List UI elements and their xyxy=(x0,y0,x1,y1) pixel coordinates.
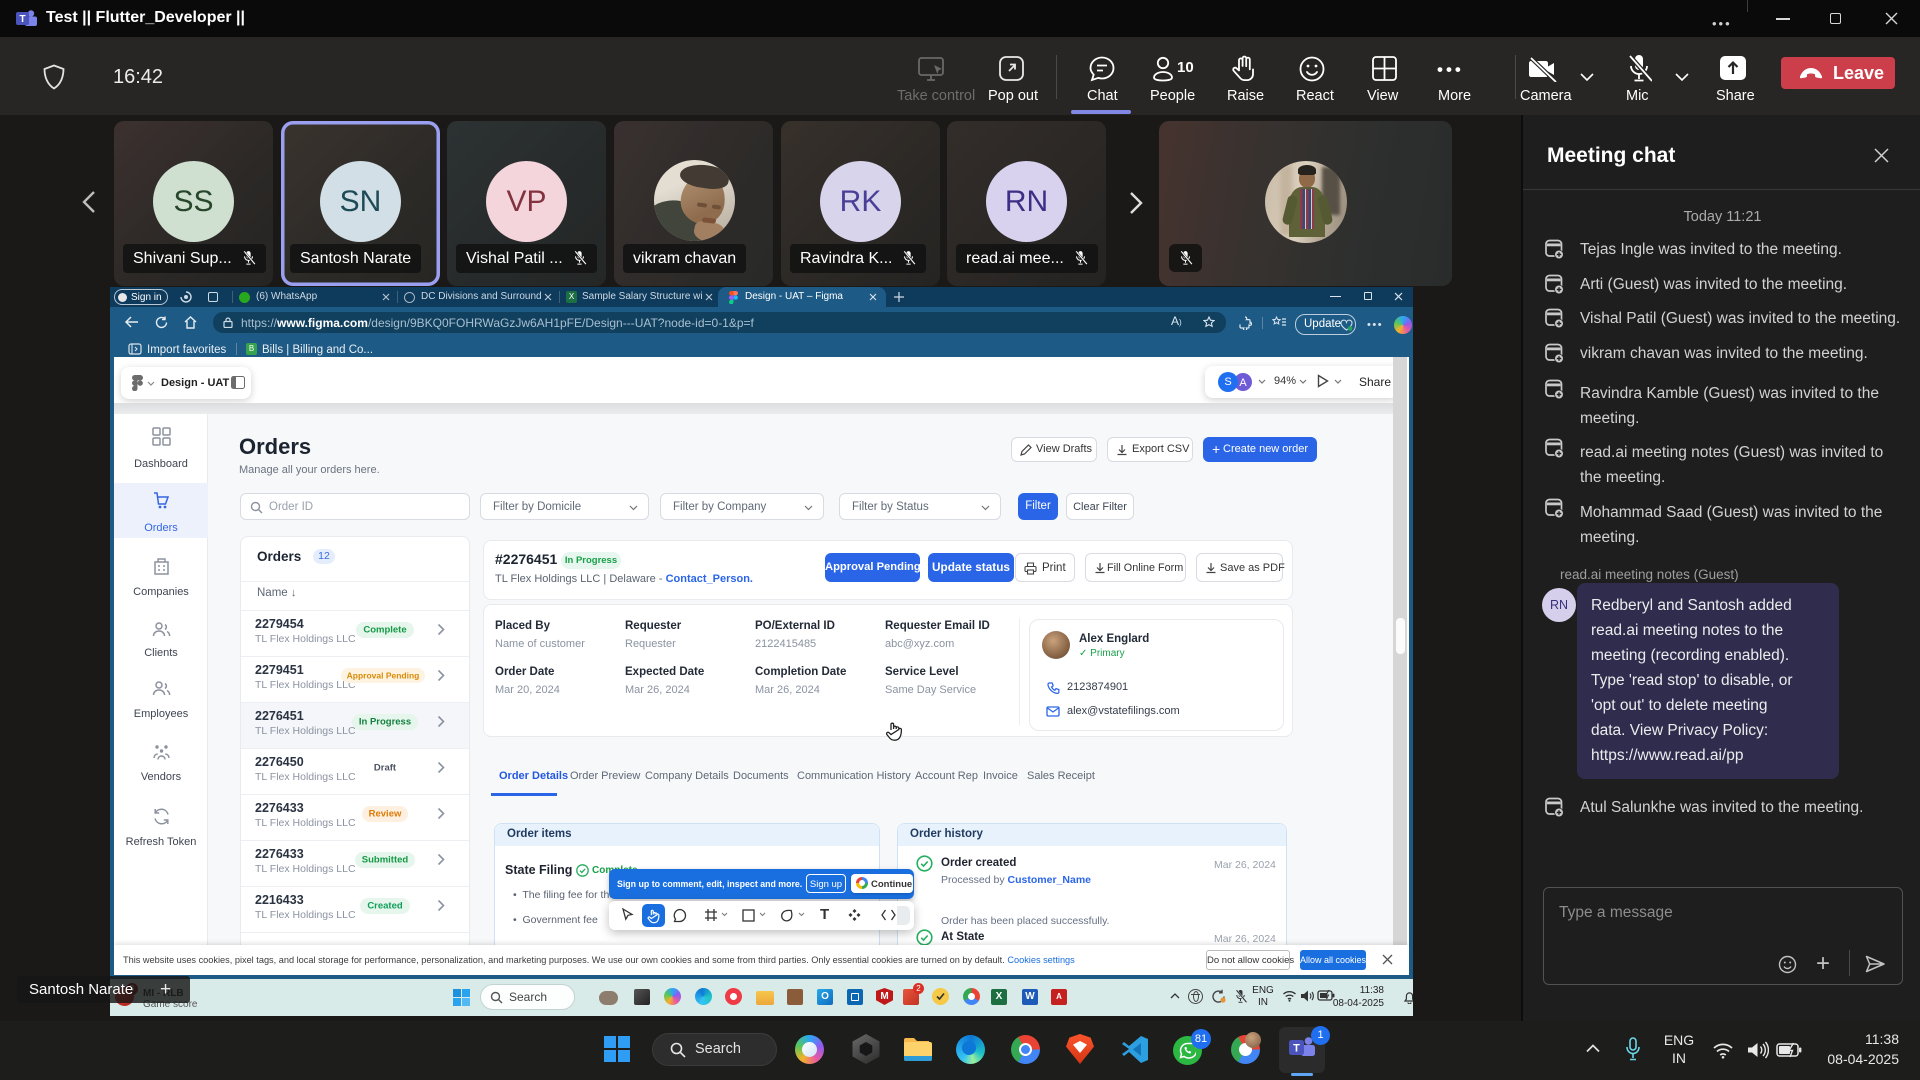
svg-text:T: T xyxy=(1293,1043,1300,1055)
svg-text:T: T xyxy=(19,14,25,25)
